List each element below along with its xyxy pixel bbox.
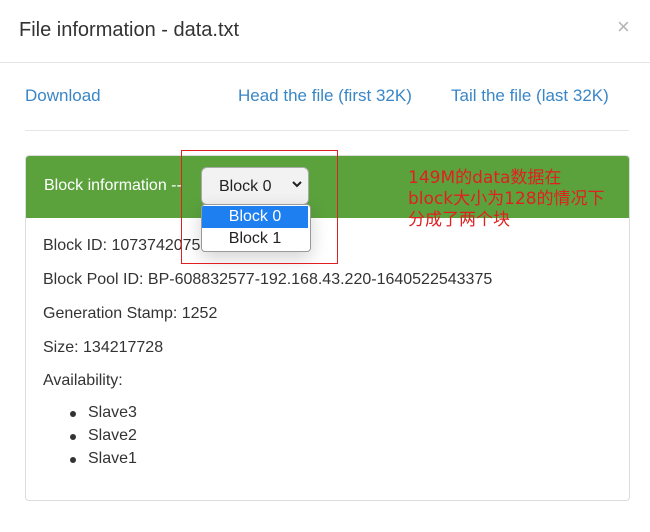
list-item: Slave2 — [70, 427, 137, 450]
block-select-dropdown: Block 0 Block 1 — [201, 204, 311, 252]
block-option-0[interactable]: Block 0 — [202, 206, 308, 228]
list-item: Slave3 — [70, 404, 137, 427]
block-select[interactable]: Block 0 — [201, 167, 309, 205]
block-info-heading: Block information -- — [44, 177, 182, 194]
list-item: Slave1 — [70, 450, 137, 473]
modal-title: File information - data.txt — [19, 19, 240, 41]
block-id: Block ID: 1073742075 — [43, 237, 201, 254]
tail-file-link[interactable]: Tail the file (last 32K) — [451, 86, 609, 106]
block-size: Size: 134217728 — [43, 339, 164, 356]
block-option-1[interactable]: Block 1 — [202, 228, 308, 250]
annotation-line: 149M的data数据在 — [408, 168, 562, 188]
chevron-down-icon — [291, 177, 303, 193]
annotation-line: block大小为128的情况下 — [408, 189, 605, 209]
block-select-value: Block 0 — [219, 178, 272, 195]
datanode-name: Slave3 — [88, 404, 137, 421]
datanode-name: Slave1 — [88, 450, 137, 467]
availability-list: Slave3 Slave2 Slave1 — [70, 404, 137, 473]
download-link[interactable]: Download — [25, 86, 101, 106]
annotation-text: 149M的data数据在 block大小为128的情况下 分成了两个块 — [408, 168, 638, 231]
close-icon[interactable]: × — [617, 15, 630, 39]
modal-header: File information - data.txt × — [0, 0, 650, 63]
generation-stamp: Generation Stamp: 1252 — [43, 305, 218, 322]
availability-label: Availability: — [43, 372, 123, 389]
datanode-name: Slave2 — [88, 427, 137, 444]
annotation-line: 分成了两个块 — [408, 210, 510, 230]
divider — [25, 130, 629, 131]
file-info-modal: File information - data.txt × Download H… — [0, 0, 650, 532]
block-pool-id: Block Pool ID: BP-608832577-192.168.43.2… — [43, 271, 493, 288]
head-file-link[interactable]: Head the file (first 32K) — [238, 86, 412, 106]
